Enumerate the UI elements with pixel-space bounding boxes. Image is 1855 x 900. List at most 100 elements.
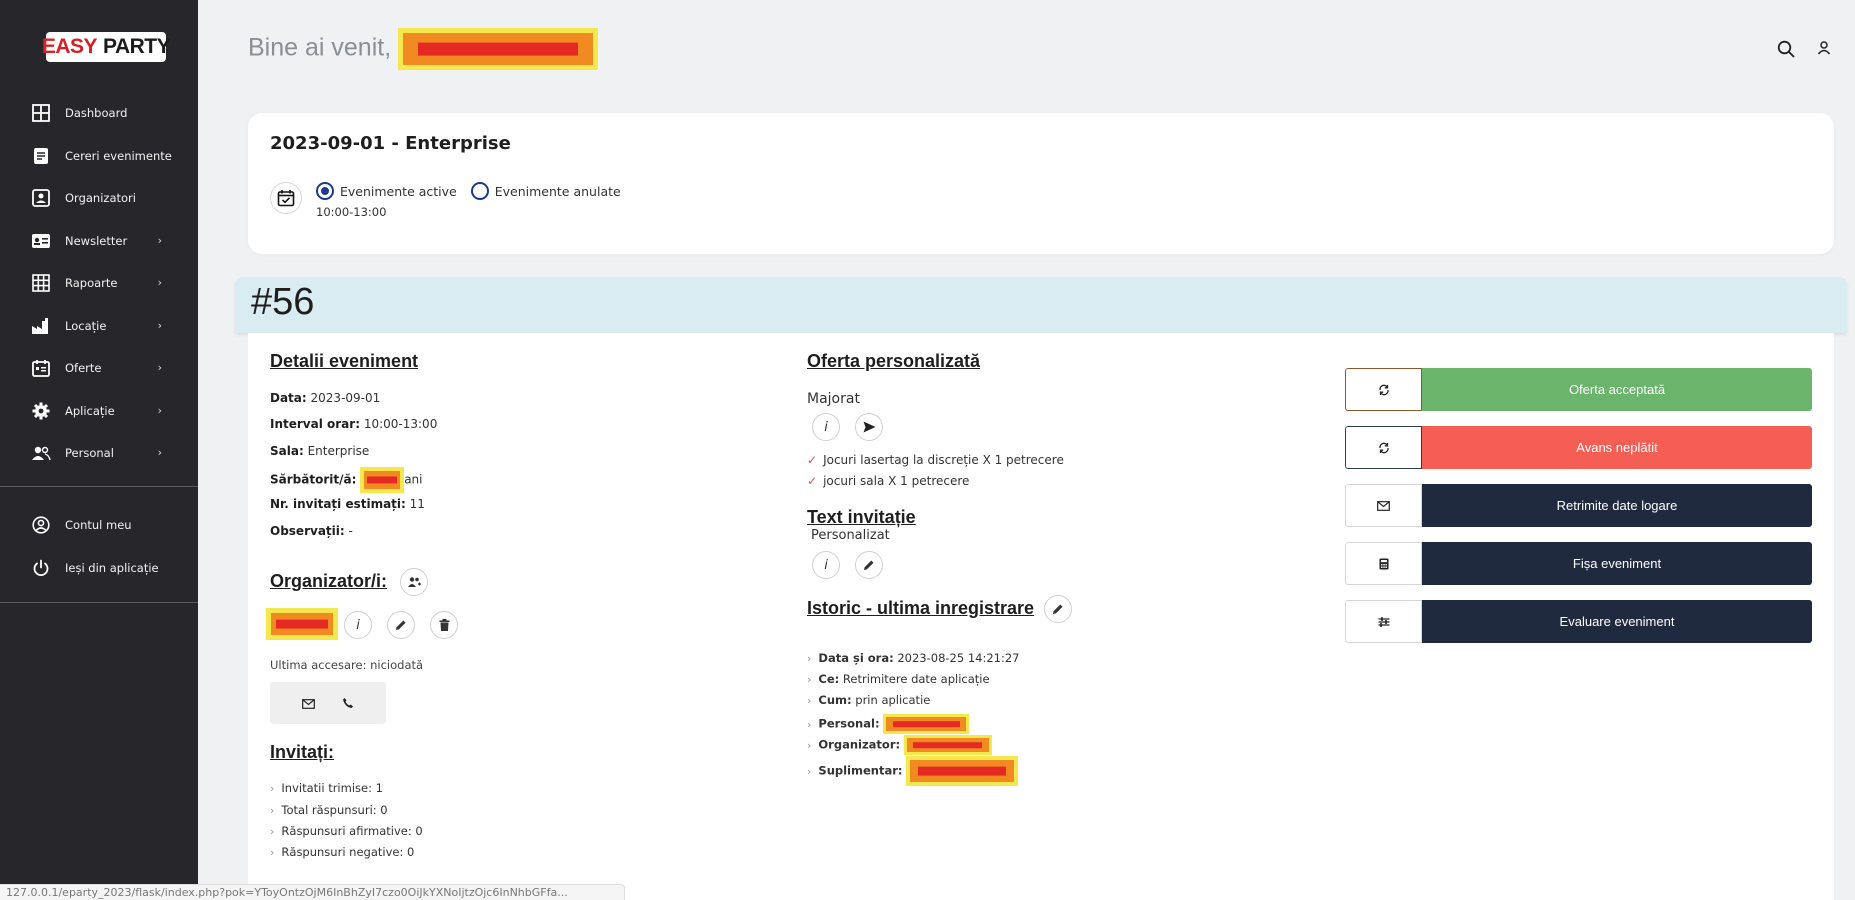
offer-item: ✓ Jocuri lasertag la discreție X 1 petrec… (807, 453, 1064, 467)
gear-icon (31, 401, 51, 421)
list-item-text: Răspunsuri afirmative: 0 (281, 824, 423, 838)
sidebar-item-label: Contul meu (65, 518, 132, 533)
deposit-unpaid-button[interactable]: Avans neplătit (1345, 426, 1812, 469)
history-row-label: Ce: (818, 672, 840, 686)
add-group-button[interactable] (400, 568, 428, 596)
chevron-right-icon: › (157, 403, 162, 417)
easy-party-logo[interactable]: EASY PARTY (42, 32, 171, 62)
organizer-delete-button[interactable] (430, 611, 458, 639)
sidebar-item-newsletter[interactable]: Newsletter › (0, 220, 198, 263)
sidebar-item-contul-meu[interactable]: Contul meu (0, 504, 198, 547)
invitation-type: Personalizat (811, 528, 890, 543)
sidebar-item-label: Oferte (65, 361, 102, 376)
contact-card-icon (31, 188, 51, 208)
list-item: › Invitatii trimise: 1 (270, 781, 383, 795)
list-item: › Răspunsuri afirmative: 0 (270, 824, 423, 838)
offer-title: Oferta personalizată (807, 351, 981, 371)
invitation-info-button[interactable]: i (812, 551, 840, 579)
sidebar-item-label: Cereri evenimente (65, 148, 172, 163)
offer-send-button[interactable] (855, 413, 883, 441)
chevron-right-icon: › (157, 233, 162, 247)
sidebar-item-cereri[interactable]: Cereri evenimente (0, 135, 198, 178)
radio-active-events[interactable] (316, 182, 334, 200)
table-grid-icon (31, 273, 51, 293)
field-sarbatorit: Sărbătorit/ă: ani (270, 467, 423, 493)
phone-icon[interactable] (342, 694, 354, 713)
history-row: › Data și ora: 2023-08-25 14:21:27 (807, 651, 1020, 665)
history-row-label: Suplimentar: (818, 763, 903, 778)
send-icon (863, 421, 875, 433)
sidebar-item-organizatori[interactable]: Organizatori (0, 177, 198, 220)
chevron-right-icon: › (157, 318, 162, 332)
refresh-icon (1345, 368, 1422, 411)
user-icon[interactable] (1817, 40, 1831, 62)
sidebar-item-locatie[interactable]: Locație › (0, 305, 198, 348)
event-sheet-button[interactable]: Fișa eveniment (1345, 542, 1812, 585)
history-row: › Ce: Retrimitere date aplicație (807, 672, 990, 686)
field-label: Sala: (270, 444, 304, 458)
field-value: ani (404, 472, 423, 487)
chevron-right-icon: › (807, 652, 812, 665)
sidebar-item-label: Newsletter (65, 233, 128, 248)
sidebar-item-label: Aplicație (65, 403, 115, 418)
field-value: Enterprise (307, 444, 370, 458)
field-observatii: Observații: - (270, 524, 353, 538)
dashboard-grid-icon (31, 103, 51, 123)
sidebar-item-rapoarte[interactable]: Rapoarte › (0, 262, 198, 305)
field-value: 10:00-13:00 (363, 417, 438, 431)
history-row: › Organizator: (807, 735, 992, 755)
organizers-title: Organizator/i: (270, 571, 388, 591)
trash-icon (439, 619, 449, 631)
history-row: › Personal: (807, 714, 970, 734)
redacted-personal (883, 714, 970, 734)
sidebar-item-oferte[interactable]: Oferte › (0, 347, 198, 390)
history-edit-button[interactable] (1044, 595, 1072, 623)
sidebar-item-personal[interactable]: Personal › (0, 432, 198, 475)
list-item-text: Răspunsuri negative: 0 (281, 845, 415, 859)
mail-icon (1345, 484, 1422, 527)
action-label: Retrimite date logare (1422, 484, 1812, 527)
field-label: Data: (270, 391, 307, 405)
event-card-title: 2023-09-01 - Enterprise (270, 133, 511, 154)
chevron-right-icon: › (270, 804, 275, 817)
action-label: Avans neplătit (1422, 426, 1812, 469)
details-title: Detalii eveniment (270, 351, 419, 371)
account-circle-icon (31, 515, 51, 535)
calendar-check-icon[interactable] (270, 182, 302, 214)
redacted-organizer-name (266, 608, 338, 640)
organizer-edit-button[interactable] (387, 611, 415, 639)
invitation-edit-button[interactable] (855, 551, 883, 579)
history-row-value: prin aplicatie (855, 693, 931, 707)
field-label: Nr. invitați estimați: (270, 497, 406, 511)
history-row-label: Cum: (818, 693, 852, 707)
event-filter-radios: Evenimente active Evenimente anulate (316, 182, 635, 200)
field-data: Data: 2023-09-01 (270, 391, 380, 405)
logo-easy: EASY (41, 35, 98, 58)
resend-login-button[interactable]: Retrimite date logare (1345, 484, 1812, 527)
sidebar-item-label: Personal (65, 446, 114, 461)
evaluate-event-button[interactable]: Evaluare eveniment (1345, 600, 1812, 643)
field-value: - (348, 524, 353, 538)
offer-info-button[interactable]: i (812, 413, 840, 441)
history-row-label: Data și ora: (818, 651, 894, 665)
radio-cancelled-label: Evenimente anulate (494, 183, 621, 199)
power-icon (31, 558, 51, 578)
id-card-icon (31, 231, 51, 251)
offer-accepted-button[interactable]: Oferta acceptată (1345, 368, 1812, 411)
mail-icon[interactable] (301, 694, 315, 713)
radio-active-label: Evenimente active (340, 183, 457, 199)
sidebar-item-aplicatie[interactable]: Aplicație › (0, 390, 198, 433)
event-selector-card: 2023-09-01 - Enterprise Evenimente activ… (248, 113, 1834, 254)
chevron-right-icon: › (807, 738, 812, 752)
factory-icon (31, 316, 51, 336)
chevron-right-icon: › (270, 846, 275, 859)
event-number-banner: #56 (235, 277, 1847, 333)
sidebar-item-label: Ieși din aplicație (65, 560, 159, 575)
search-icon[interactable] (1777, 40, 1795, 62)
radio-cancelled-events[interactable] (470, 182, 489, 200)
organizer-info-button[interactable]: i (344, 611, 372, 639)
sidebar-item-dashboard[interactable]: Dashboard (0, 92, 198, 135)
sidebar-item-iesire[interactable]: Ieși din aplicație (0, 547, 198, 590)
list-item-text: Total răspunsuri: 0 (281, 803, 388, 817)
history-row: › Cum: prin aplicatie (807, 693, 930, 707)
